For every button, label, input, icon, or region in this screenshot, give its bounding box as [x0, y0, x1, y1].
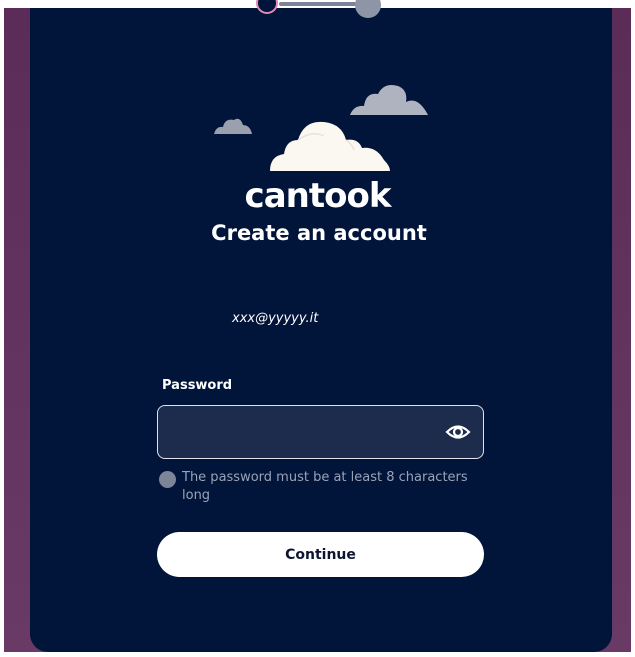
account-email: xxx@yyyyy.it: [232, 311, 319, 326]
step-indicator-2: [355, 0, 381, 18]
password-field[interactable]: [157, 405, 484, 459]
cloud-top-right-icon: [350, 85, 428, 115]
stepper-track: [279, 2, 367, 6]
cantook-logo: cantook: [244, 176, 392, 216]
requirement-text: The password must be at least 8 characte…: [182, 470, 468, 503]
cloud-small-left-icon: [214, 118, 252, 134]
step-indicator-1: [256, 0, 278, 14]
cloud-main-icon: [270, 121, 390, 171]
eye-icon[interactable]: [445, 420, 471, 444]
progress-stepper: [253, 0, 393, 20]
password-label: Password: [162, 378, 233, 393]
page-title: Create an account: [211, 221, 427, 245]
requirement-status-icon: [159, 471, 176, 488]
continue-button[interactable]: Continue: [157, 532, 484, 577]
password-input[interactable]: [168, 414, 442, 452]
